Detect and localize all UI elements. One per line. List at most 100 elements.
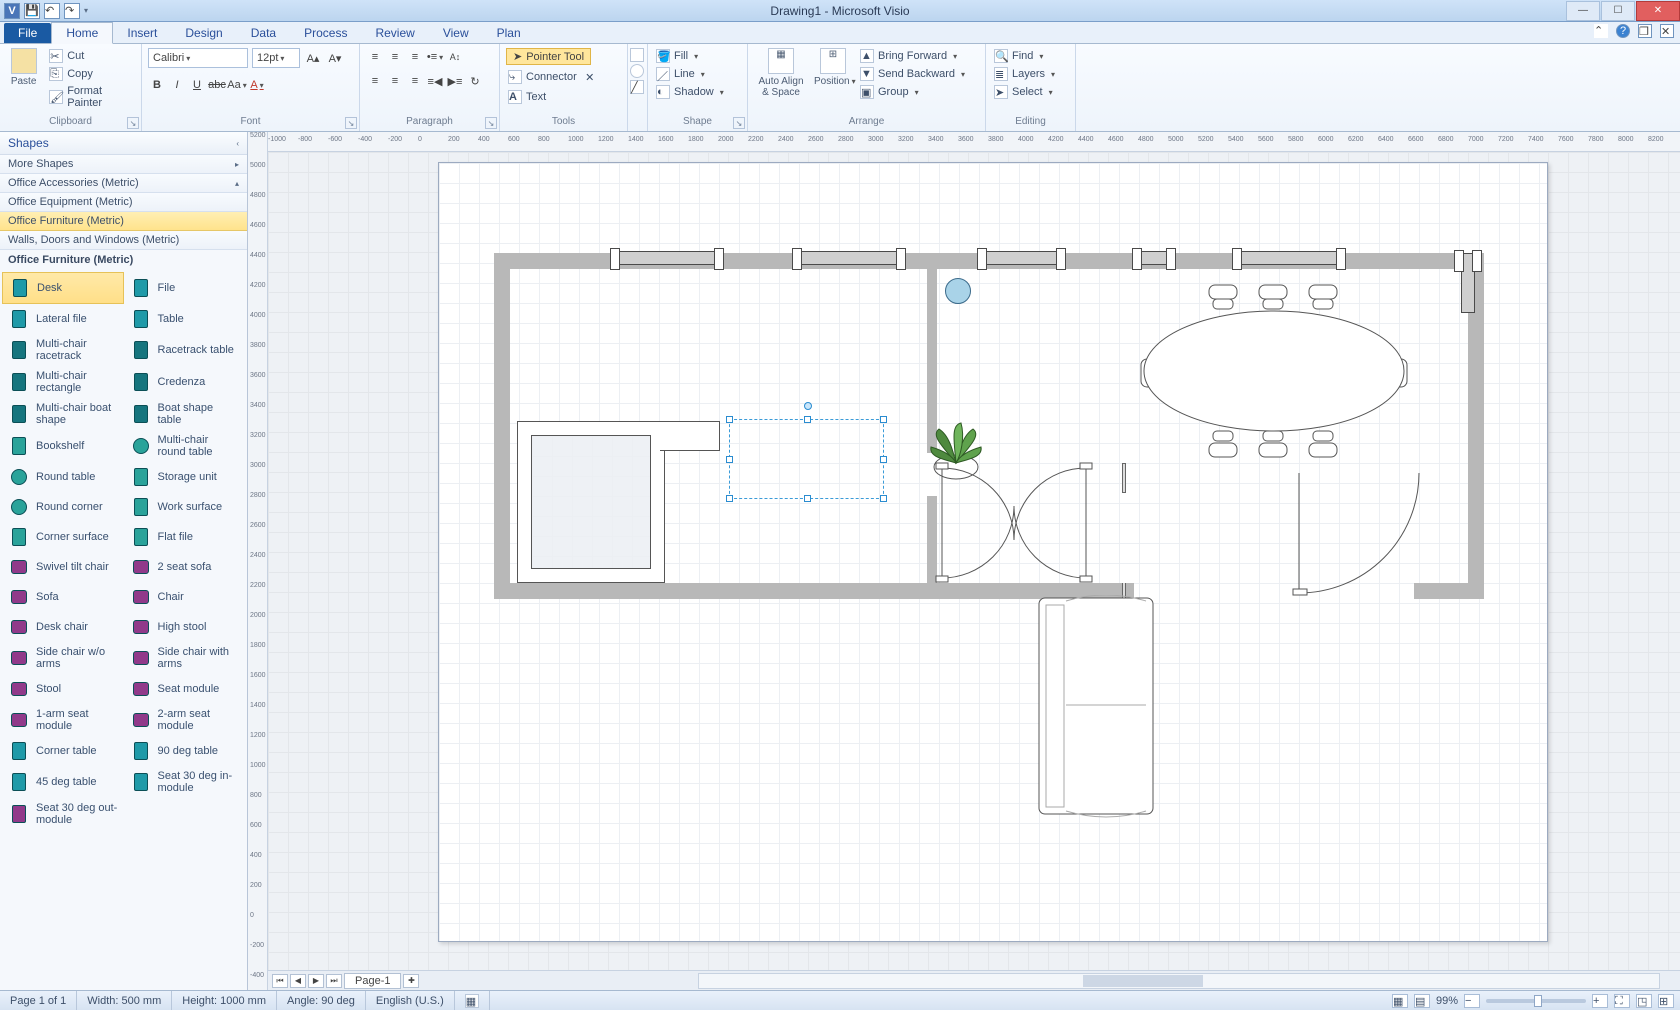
text-tool-button[interactable]: AText xyxy=(506,89,548,105)
shape-item[interactable]: Lateral file xyxy=(2,304,124,334)
line-button[interactable]: ／Line▾ xyxy=(654,66,707,82)
shape-item[interactable]: 1-arm seat module xyxy=(2,704,124,736)
shape-item[interactable]: Bookshelf xyxy=(2,430,124,462)
more-shapes-button[interactable]: More Shapes ▸ xyxy=(0,155,247,174)
underline-button[interactable]: U xyxy=(188,76,206,94)
clipboard-launcher-icon[interactable]: ↘ xyxy=(127,117,139,129)
tab-data[interactable]: Data xyxy=(237,23,290,43)
font-name-combo[interactable]: Calibri▾ xyxy=(148,48,248,68)
window-shape[interactable] xyxy=(984,251,1059,265)
tab-process[interactable]: Process xyxy=(290,23,361,43)
zoom-slider[interactable] xyxy=(1486,999,1586,1003)
fill-button[interactable]: 🪣Fill▾ xyxy=(654,48,700,64)
doc-close-icon[interactable]: ✕ xyxy=(1660,24,1674,38)
shape-item[interactable]: Multi-chair rectangle xyxy=(2,366,124,398)
tab-home[interactable]: Home xyxy=(51,22,113,44)
zoom-in-button[interactable]: + xyxy=(1592,994,1608,1008)
font-size-combo[interactable]: 12pt▾ xyxy=(252,48,300,68)
paragraph-launcher-icon[interactable]: ↘ xyxy=(485,117,497,129)
window-restore-icon[interactable]: ❐ xyxy=(1638,24,1652,38)
bullets-button[interactable]: •≡▾ xyxy=(426,48,444,66)
increase-indent-button[interactable]: ▶≡ xyxy=(446,72,464,90)
zoom-slider-knob[interactable] xyxy=(1534,995,1542,1007)
zoom-out-button[interactable]: − xyxy=(1464,994,1480,1008)
sofa-shape[interactable] xyxy=(1036,595,1156,825)
shape-item[interactable]: 2 seat sofa xyxy=(124,552,246,582)
resize-handle[interactable] xyxy=(880,456,887,463)
shape-item[interactable]: Round table xyxy=(2,462,124,492)
align-top-button[interactable]: ≡ xyxy=(366,48,384,66)
minimize-button[interactable]: — xyxy=(1566,1,1600,21)
window-shape[interactable] xyxy=(1239,251,1339,265)
first-page-button[interactable]: ⏮ xyxy=(272,974,288,988)
fit-page-button[interactable]: ⛶ xyxy=(1614,994,1630,1008)
wall[interactable] xyxy=(494,253,510,599)
round-table-shape[interactable] xyxy=(945,278,971,304)
align-middle-button[interactable]: ≡ xyxy=(386,48,404,66)
resize-handle[interactable] xyxy=(880,416,887,423)
close-button[interactable]: ✕ xyxy=(1636,1,1680,21)
drawing-page[interactable] xyxy=(438,162,1548,942)
bring-forward-button[interactable]: ▲Bring Forward▾ xyxy=(858,48,967,64)
stencil-bar[interactable]: Office Furniture (Metric) xyxy=(0,212,247,231)
auto-align-button[interactable]: ▦ Auto Align & Space xyxy=(754,48,808,98)
zoom-level[interactable]: 99% xyxy=(1436,995,1458,1007)
window-shape[interactable] xyxy=(799,251,899,265)
font-launcher-icon[interactable]: ↘ xyxy=(345,117,357,129)
tab-plan[interactable]: Plan xyxy=(483,23,535,43)
rotation-handle[interactable] xyxy=(804,402,812,410)
hscrollbar-thumb[interactable] xyxy=(1083,975,1203,987)
normal-view-icon[interactable]: ▤ xyxy=(1414,994,1430,1008)
shape-item[interactable]: 45 deg table xyxy=(2,766,124,798)
prev-page-button[interactable]: ◀ xyxy=(290,974,306,988)
door-shape[interactable] xyxy=(1289,463,1459,603)
maximize-button[interactable]: ☐ xyxy=(1601,1,1635,21)
shape-item[interactable]: Seat 30 deg out-module xyxy=(2,798,124,830)
group-button[interactable]: ▣Group▾ xyxy=(858,84,967,100)
stencil-bar[interactable]: Office Accessories (Metric)▴ xyxy=(0,174,247,193)
resize-handle[interactable] xyxy=(804,495,811,502)
text-direction-button[interactable]: A↕ xyxy=(446,48,464,66)
strike-button[interactable]: abc xyxy=(208,76,226,94)
resize-handle[interactable] xyxy=(880,495,887,502)
decrease-indent-button[interactable]: ≡◀ xyxy=(426,72,444,90)
font-color-button[interactable]: A▾ xyxy=(248,76,266,94)
tab-file[interactable]: File xyxy=(4,23,51,43)
tab-review[interactable]: Review xyxy=(361,23,428,43)
shape-item[interactable]: Work surface xyxy=(124,492,246,522)
align-right-button[interactable]: ≡ xyxy=(406,72,424,90)
conference-table-shape[interactable] xyxy=(1129,281,1439,461)
redo-icon[interactable]: ↷ xyxy=(64,3,80,19)
shape-item[interactable]: Chair xyxy=(124,582,246,612)
rectangle-shape-icon[interactable] xyxy=(630,48,644,62)
ribbon-minimize-icon[interactable]: ⌃ xyxy=(1594,24,1608,38)
shape-item[interactable]: Swivel tilt chair xyxy=(2,552,124,582)
help-icon[interactable]: ? xyxy=(1616,24,1630,38)
resize-handle[interactable] xyxy=(726,416,733,423)
shape-item[interactable]: Multi-chair racetrack xyxy=(2,334,124,366)
stencil-bar[interactable]: Walls, Doors and Windows (Metric) xyxy=(0,231,247,250)
resize-handle[interactable] xyxy=(726,456,733,463)
shape-item[interactable]: Flat file xyxy=(124,522,246,552)
shape-item[interactable]: Boat shape table xyxy=(124,398,246,430)
send-backward-button[interactable]: ▼Send Backward▾ xyxy=(858,66,967,82)
x-tool-button[interactable]: ✕ xyxy=(581,68,599,86)
shape-item[interactable]: Table xyxy=(124,304,246,334)
shape-item[interactable]: Multi-chair boat shape xyxy=(2,398,124,430)
decrease-font-icon[interactable]: A▾ xyxy=(326,49,344,67)
shape-item[interactable]: Credenza xyxy=(124,366,246,398)
wall[interactable] xyxy=(1122,463,1126,493)
align-center-button[interactable]: ≡ xyxy=(386,72,404,90)
selected-shape[interactable] xyxy=(729,419,884,499)
ellipse-shape-icon[interactable] xyxy=(630,64,644,78)
shape-item[interactable]: Seat module xyxy=(124,674,246,704)
hscrollbar[interactable] xyxy=(698,973,1660,989)
status-language[interactable]: English (U.S.) xyxy=(366,991,455,1010)
change-case-button[interactable]: Aa▾ xyxy=(228,76,246,94)
layers-button[interactable]: ≣Layers▾ xyxy=(992,66,1057,82)
window-shape[interactable] xyxy=(617,251,717,265)
format-painter-button[interactable]: 🖌Format Painter xyxy=(47,84,135,110)
shape-item[interactable]: Desk xyxy=(2,272,124,304)
shape-item[interactable]: Side chair w/o arms xyxy=(2,642,124,674)
shape-item[interactable]: Storage unit xyxy=(124,462,246,492)
